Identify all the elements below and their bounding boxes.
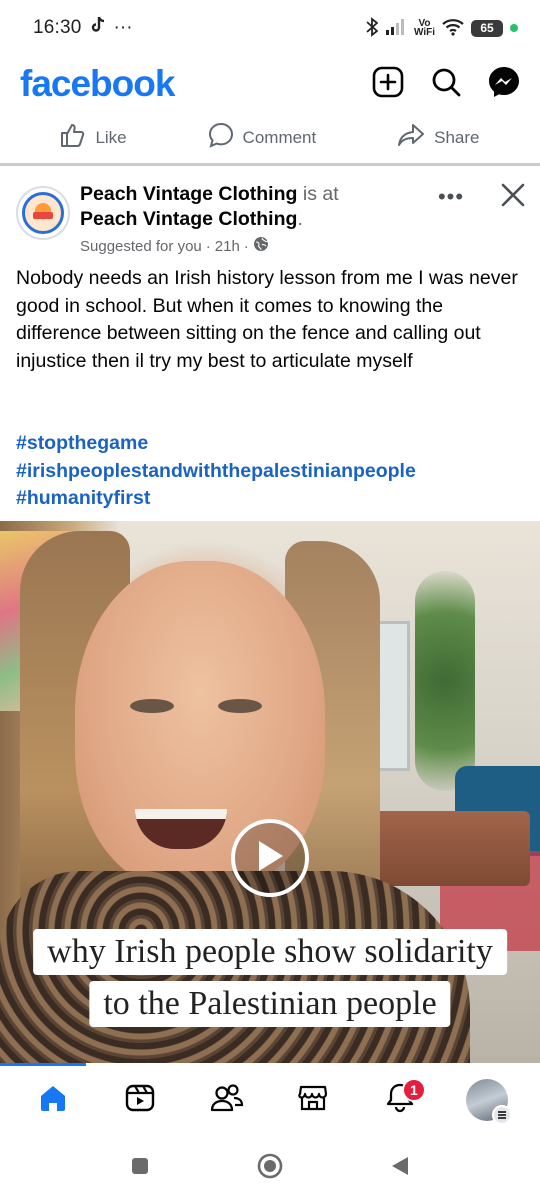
hashtag-link[interactable]: #humanityfirst	[16, 485, 524, 513]
suggested-label: Suggested for you	[80, 237, 202, 255]
page-name-link[interactable]: Peach Vintage Clothing	[80, 183, 297, 205]
post-time[interactable]: 21h	[215, 238, 240, 255]
marketplace-icon	[297, 1082, 329, 1119]
close-icon	[500, 182, 526, 213]
reaction-action-strip: Like Comment Share	[0, 112, 540, 166]
meta-separator: ·	[205, 237, 211, 255]
bottom-navigation: 1	[0, 1063, 540, 1137]
home-icon	[37, 1082, 69, 1119]
hashtag-link[interactable]: #stopthegame	[16, 430, 524, 458]
like-label: Like	[95, 127, 127, 147]
system-navigation-bar	[0, 1137, 540, 1200]
background-plant	[415, 571, 475, 791]
signal-icon	[385, 18, 407, 39]
search-icon	[430, 66, 462, 103]
location-suffix: .	[297, 208, 303, 230]
friends-icon	[210, 1082, 244, 1119]
vowifi-label: Vo WiFi	[413, 19, 435, 38]
post-header: Peach Vintage Clothing is at Peach Vinta…	[0, 176, 540, 260]
home-circle-icon	[256, 1152, 284, 1185]
play-button[interactable]	[231, 819, 309, 897]
back-button[interactable]	[383, 1152, 417, 1186]
status-more-dots: ···	[113, 17, 133, 38]
hashtag-list: #stopthegame #irishpeoplestandwiththepal…	[16, 430, 524, 513]
share-arrow-icon	[397, 122, 425, 153]
vowifi-bottom: WiFi	[413, 27, 435, 38]
nav-profile-menu[interactable]	[463, 1076, 512, 1125]
active-tab-indicator	[0, 1063, 86, 1066]
thumbs-up-icon	[60, 122, 86, 153]
nav-home[interactable]	[29, 1076, 77, 1124]
battery-indicator: 65	[471, 19, 503, 37]
home-system-button[interactable]	[253, 1152, 287, 1186]
status-bar: 16:30 ··· Vo WiFi 65	[0, 0, 540, 56]
video-caption-line-2: to the Palestinian people	[89, 981, 451, 1027]
hashtag-link[interactable]: #irishpeoplestandwiththepalestinianpeopl…	[16, 458, 524, 486]
is-at-text: is at	[302, 183, 339, 205]
subject-eye-right	[218, 699, 262, 713]
app-actions	[370, 66, 522, 102]
post-body-text[interactable]: Nobody needs an Irish history lesson fro…	[16, 265, 524, 375]
background-coffee-table	[370, 811, 530, 886]
nav-friends[interactable]	[203, 1076, 251, 1124]
recents-square-icon	[130, 1156, 150, 1181]
comment-button[interactable]: Comment	[208, 122, 317, 153]
share-button[interactable]: Share	[397, 122, 480, 153]
more-dots-icon: •••	[437, 184, 465, 209]
status-right: Vo WiFi 65	[366, 16, 518, 40]
comment-label: Comment	[242, 127, 317, 147]
nav-reels[interactable]	[116, 1076, 164, 1124]
subject-eye-left	[130, 699, 174, 713]
plus-square-icon	[372, 66, 404, 103]
page-logo-image	[22, 192, 64, 234]
app-bar: facebook	[0, 56, 540, 112]
messenger-button[interactable]	[486, 66, 522, 102]
recents-button[interactable]	[123, 1152, 157, 1186]
profile-avatar	[465, 1079, 512, 1125]
nav-notifications[interactable]: 1	[376, 1076, 426, 1124]
share-label: Share	[434, 127, 480, 147]
reels-icon	[124, 1082, 156, 1119]
facebook-logo[interactable]: facebook	[20, 63, 175, 105]
status-left: 16:30 ···	[33, 16, 133, 40]
post-options-button[interactable]: •••	[436, 182, 466, 212]
page-avatar[interactable]	[16, 186, 70, 240]
play-icon	[255, 839, 285, 878]
meta-separator: ·	[243, 237, 249, 255]
create-button[interactable]	[370, 66, 406, 102]
comment-bubble-icon	[208, 122, 234, 153]
status-time: 16:30	[33, 17, 82, 38]
video-player[interactable]: why Irish people show solidarity to the …	[0, 521, 540, 1063]
charging-dot	[510, 24, 518, 32]
notification-badge: 1	[401, 1078, 426, 1102]
globe-icon	[253, 236, 269, 256]
post-meta: Suggested for you · 21h ·	[80, 236, 269, 256]
video-caption-line-1: why Irish people show solidarity	[33, 929, 507, 975]
back-triangle-icon	[390, 1155, 410, 1182]
wifi-icon	[442, 18, 464, 39]
hide-post-button[interactable]	[496, 180, 530, 214]
search-button[interactable]	[428, 66, 464, 102]
tiktok-icon	[90, 16, 106, 40]
nav-marketplace[interactable]	[289, 1076, 337, 1124]
like-button[interactable]: Like	[60, 122, 127, 153]
location-link[interactable]: Peach Vintage Clothing	[80, 208, 297, 230]
menu-lines-icon	[491, 1105, 512, 1125]
messenger-icon	[487, 65, 521, 104]
bluetooth-icon	[366, 16, 379, 40]
post-title: Peach Vintage Clothing is at Peach Vinta…	[80, 182, 430, 232]
